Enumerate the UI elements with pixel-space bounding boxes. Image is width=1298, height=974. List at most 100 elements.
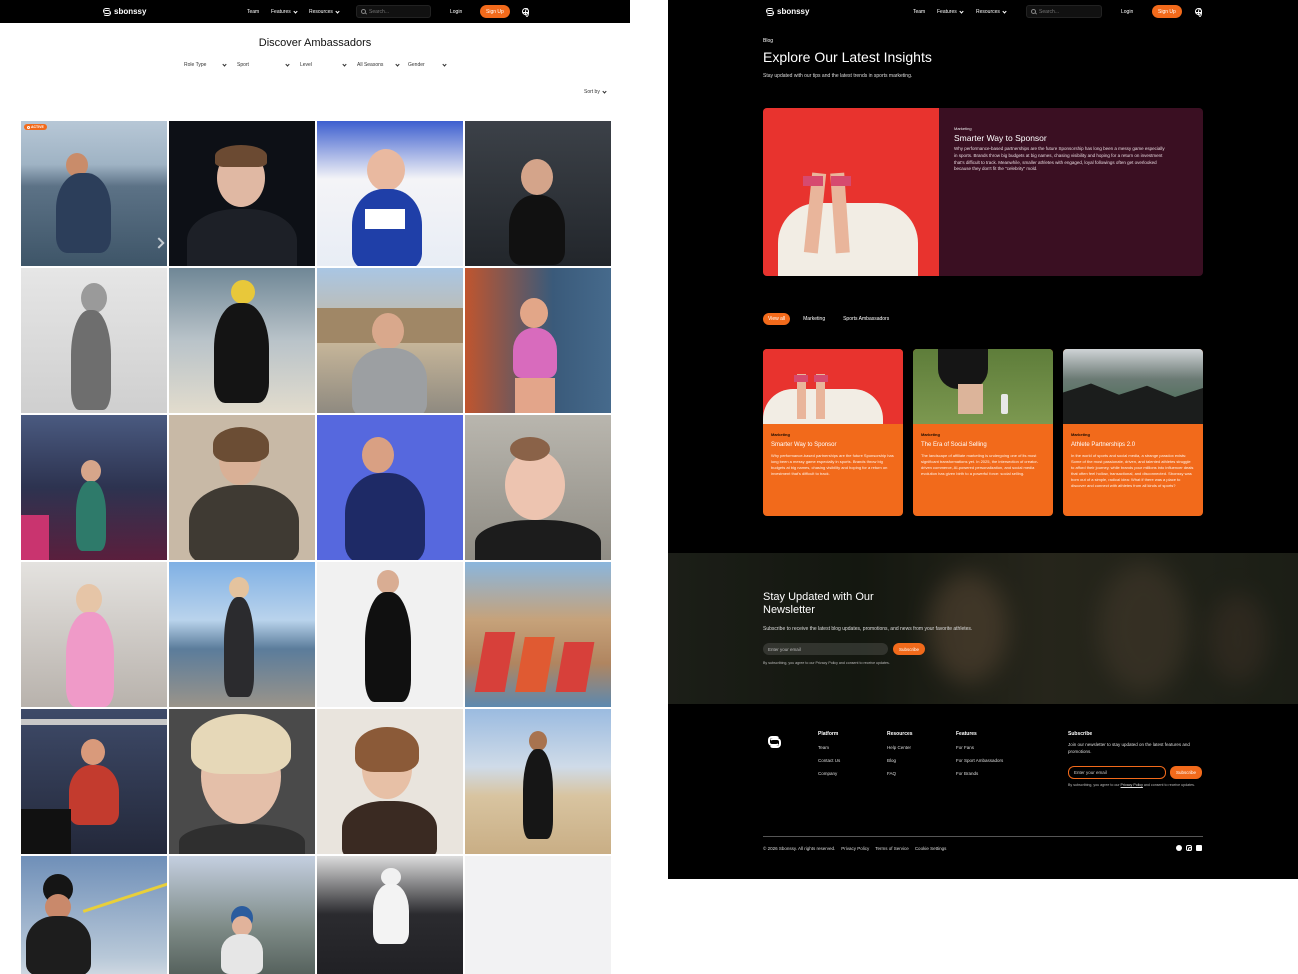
- ambassador-card[interactable]: [21, 415, 167, 560]
- filter-gender[interactable]: Gender: [408, 61, 447, 68]
- ambassador-card[interactable]: [317, 562, 463, 707]
- ambassador-card[interactable]: ACTIVE: [21, 121, 167, 266]
- nav-team[interactable]: Team: [913, 9, 925, 15]
- footer-link-team[interactable]: Team: [818, 745, 840, 750]
- footer-link-ambassadors[interactable]: For Sport Ambassadors: [956, 758, 1003, 763]
- footer-subscribe-button[interactable]: Subscribe: [1170, 766, 1203, 779]
- filter-role-type[interactable]: Role Type: [184, 61, 227, 68]
- footer-terms-link[interactable]: Terms of Service: [875, 846, 909, 851]
- ambassador-card[interactable]: [169, 268, 315, 413]
- nav-features[interactable]: Features: [937, 8, 964, 15]
- chevron-right-icon[interactable]: [153, 237, 165, 249]
- ambassador-card[interactable]: [317, 121, 463, 266]
- login-label: Login: [1121, 9, 1134, 15]
- ambassador-card[interactable]: [317, 856, 463, 974]
- footer-link-brands[interactable]: For Brands: [956, 771, 1003, 776]
- post-title[interactable]: Athlete Partnerships 2.0: [1071, 442, 1195, 448]
- blog-card-body: Marketing Athlete Partnerships 2.0 In th…: [1071, 432, 1195, 489]
- ambassador-card[interactable]: [169, 415, 315, 560]
- post-title[interactable]: The Era of Social Selling: [921, 442, 1045, 448]
- footer-link-fans[interactable]: For Fans: [956, 745, 1003, 750]
- footer-logo-icon[interactable]: [768, 736, 781, 748]
- ambassador-card[interactable]: [21, 856, 167, 974]
- signup-button[interactable]: Sign Up: [480, 5, 510, 18]
- featured-post-image: [763, 108, 939, 276]
- search-box[interactable]: [356, 5, 431, 18]
- filter-level[interactable]: Level: [300, 61, 347, 68]
- newsletter-email-input[interactable]: [763, 643, 888, 655]
- athlete-photo: [56, 173, 111, 253]
- signup-button[interactable]: Sign Up: [1152, 5, 1182, 18]
- ambassador-card[interactable]: [21, 268, 167, 413]
- filter-season[interactable]: All Seasons: [357, 61, 400, 68]
- athlete-photo: [355, 727, 419, 772]
- top-navbar: sbonssy Team Features Resources Login Si…: [0, 0, 630, 23]
- post-image-shape: [803, 176, 823, 186]
- ambassador-card[interactable]: [465, 709, 611, 854]
- post-title[interactable]: Smarter Way to Sponsor: [954, 133, 1169, 143]
- featured-post-text: Marketing Smarter Way to Sponsor Why per…: [954, 126, 1169, 173]
- login-link[interactable]: Login: [1121, 9, 1133, 15]
- ambassador-card[interactable]: [21, 562, 167, 707]
- ambassador-card[interactable]: [465, 562, 611, 707]
- athlete-photo: [189, 485, 299, 560]
- tab-sports-ambassadors[interactable]: Sports Ambassadors: [838, 313, 894, 325]
- search-input[interactable]: [1039, 8, 1089, 15]
- newsletter-subscribe-button[interactable]: Subscribe: [893, 643, 926, 655]
- blog-card[interactable]: Marketing The Era of Social Selling The …: [913, 349, 1053, 516]
- nav-resources[interactable]: Resources: [309, 8, 340, 15]
- tab-marketing[interactable]: Marketing: [798, 313, 830, 325]
- nav-features[interactable]: Features: [271, 8, 298, 15]
- tab-view-all[interactable]: View all: [763, 313, 791, 325]
- ambassador-card[interactable]: [465, 415, 611, 560]
- footer-link-company[interactable]: Company: [818, 771, 840, 776]
- footer-link-blog[interactable]: Blog: [887, 758, 913, 763]
- ambassador-card[interactable]: [21, 709, 167, 854]
- nav-resources[interactable]: Resources: [976, 8, 1007, 15]
- nav-team[interactable]: Team: [247, 9, 259, 15]
- login-link[interactable]: Login: [450, 9, 462, 15]
- footer-link-help-center[interactable]: Help Center: [887, 745, 913, 750]
- ambassador-card[interactable]: [465, 268, 611, 413]
- footer-note-text: and consent to receive updates.: [1142, 783, 1195, 787]
- ambassador-card[interactable]: [169, 121, 315, 266]
- nav-resources-label: Resources: [976, 9, 1000, 15]
- ambassador-card[interactable]: [169, 709, 315, 854]
- active-badge: ACTIVE: [24, 124, 47, 130]
- brand-logo[interactable]: sbonssy: [103, 7, 146, 16]
- athlete-photo: [21, 809, 71, 854]
- ambassador-card[interactable]: [169, 856, 315, 974]
- ambassador-card[interactable]: [317, 709, 463, 854]
- featured-post[interactable]: Marketing Smarter Way to Sponsor Why per…: [763, 108, 1203, 276]
- linkedin-icon[interactable]: [1196, 845, 1202, 851]
- filter-sport[interactable]: Sport: [237, 61, 290, 68]
- search-box[interactable]: [1026, 5, 1102, 18]
- globe-icon[interactable]: [522, 8, 529, 17]
- footer-email-input[interactable]: [1068, 766, 1166, 779]
- brand-logo[interactable]: sbonssy: [766, 7, 809, 16]
- chevron-down-icon: [1002, 8, 1007, 14]
- globe-icon[interactable]: [1195, 8, 1202, 17]
- athlete-photo: [515, 637, 555, 692]
- post-image-shape: [938, 349, 988, 389]
- athlete-photo: [76, 584, 102, 614]
- facebook-icon[interactable]: [1176, 845, 1182, 851]
- blog-card-body: Marketing Smarter Way to Sponsor Why per…: [771, 432, 895, 477]
- blog-card[interactable]: Marketing Athlete Partnerships 2.0 In th…: [1063, 349, 1203, 516]
- ambassador-card[interactable]: [169, 562, 315, 707]
- ambassador-card[interactable]: [465, 121, 611, 266]
- blog-card[interactable]: Marketing Smarter Way to Sponsor Why per…: [763, 349, 903, 516]
- privacy-policy-link[interactable]: Privacy Policy: [1121, 783, 1143, 787]
- search-input[interactable]: [369, 8, 419, 15]
- ambassador-card[interactable]: [317, 415, 463, 560]
- post-title[interactable]: Smarter Way to Sponsor: [771, 442, 895, 448]
- instagram-icon[interactable]: [1186, 845, 1192, 851]
- post-tag: Marketing: [954, 126, 972, 131]
- sort-dropdown[interactable]: Sort by: [584, 88, 607, 95]
- footer-divider: [763, 836, 1203, 837]
- ambassador-card[interactable]: [317, 268, 463, 413]
- footer-link-contact[interactable]: Contact Us: [818, 758, 840, 763]
- footer-cookie-link[interactable]: Cookie Settings: [915, 846, 947, 851]
- footer-link-faq[interactable]: FAQ: [887, 771, 913, 776]
- footer-privacy-link[interactable]: Privacy Policy: [841, 846, 869, 851]
